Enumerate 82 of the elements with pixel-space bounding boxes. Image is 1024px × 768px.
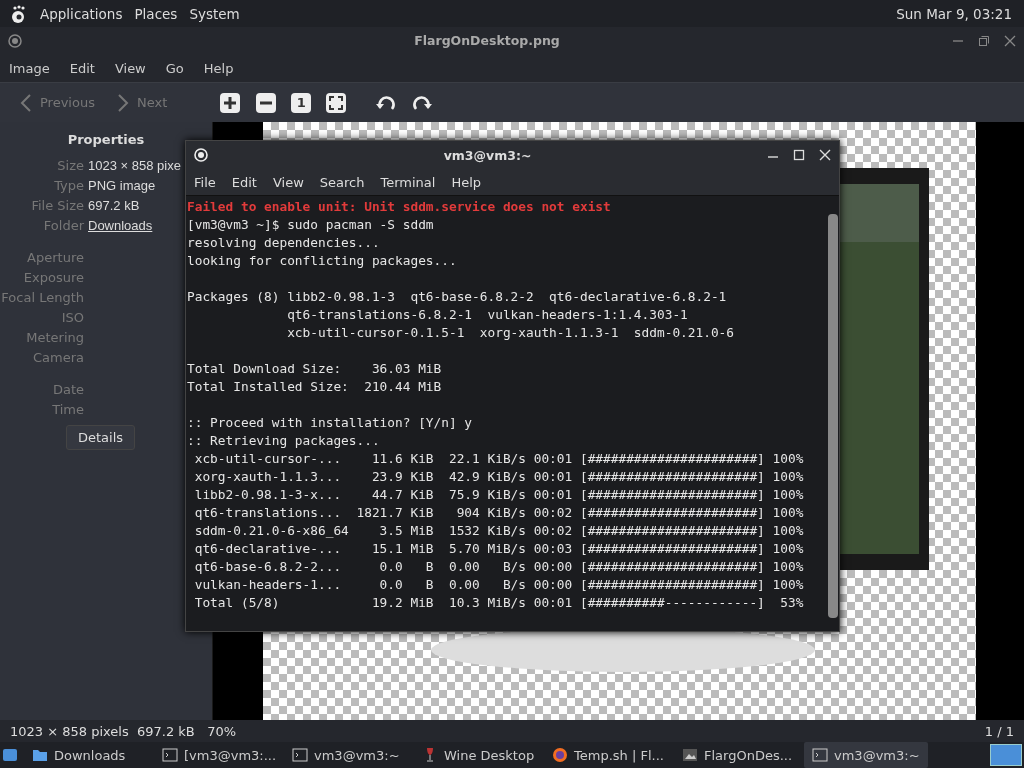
folder-icon: [32, 747, 48, 763]
taskbar-item[interactable]: Downloads: [24, 742, 148, 768]
menu-item[interactable]: Image: [9, 60, 50, 76]
property-label: Aperture: [26, 249, 84, 265]
terminal-line: sddm-0.21.0-6-x86_64 3.5 MiB 1532 KiB/s 00:02 [######################] 100%: [193, 522, 805, 540]
chevron-right-icon: [116, 92, 129, 113]
menu-item[interactable]: View: [272, 174, 304, 190]
terminal-line: libb2-0.98.1-3-x... 44.7 KiB 75.9 KiB/s 00:01 [######################] 100%: [193, 486, 805, 504]
error-line: Failed to enable unit: Unit sddm.service does not exist: [187, 198, 612, 216]
terminal-line: qt6-base-6.8.2-2... 0.0 B 0.00 B/s 00:00 [######################] 100%: [193, 558, 805, 576]
clock[interactable]: Sun Mar 9, 03:21: [896, 5, 1016, 22]
panel-menu[interactable]: Applications: [40, 5, 123, 22]
menu-item[interactable]: File: [194, 174, 216, 190]
folder-link[interactable]: Downloads: [88, 217, 153, 233]
fit-icon[interactable]: [325, 91, 348, 114]
restore-icon[interactable]: [978, 34, 990, 47]
menu-item[interactable]: Edit: [69, 60, 95, 76]
show-desktop-icon[interactable]: [2, 747, 18, 763]
property-label: Camera: [31, 349, 84, 365]
zoom-in-icon[interactable]: [219, 91, 242, 114]
menu-item[interactable]: Help: [203, 60, 234, 76]
menu-item[interactable]: Terminal: [380, 174, 436, 190]
taskbar-item[interactable]: [vm3@vm3:...: [154, 742, 278, 768]
terminal-line: xcb-util-cursor-... 11.6 KiB 22.1 KiB/s 00:01 [######################] 100%: [193, 450, 805, 468]
maximize-icon[interactable]: [793, 149, 805, 161]
terminal-line: :: Retrieving packages...: [187, 432, 381, 450]
panel-menu[interactable]: System: [189, 5, 240, 22]
terminal-icon: [162, 747, 178, 763]
browser-icon: [552, 747, 568, 763]
property-label: Exposure: [22, 269, 84, 285]
image-icon: [682, 747, 698, 763]
terminal-line: xorg-xauth-1.1.3... 23.9 KiB 42.9 KiB/s 00:01 [######################] 100%: [193, 468, 805, 486]
property-label: Focal Length: [0, 289, 84, 305]
chevron-left-icon: [20, 92, 32, 113]
taskbar-item[interactable]: FlargOnDes...: [674, 742, 798, 768]
panel-menu[interactable]: Places: [134, 5, 178, 22]
terminal-line: vulkan-headers-1... 0.0 B 0.00 B/s 00:00 [######################] 100%: [193, 576, 805, 594]
property-label: Date: [51, 381, 84, 397]
taskbar-item[interactable]: vm3@vm3:~: [804, 742, 928, 768]
close-icon[interactable]: [1004, 34, 1016, 47]
menu-item[interactable]: Go: [165, 60, 184, 76]
terminal-icon: [292, 747, 308, 763]
details-button[interactable]: Details: [66, 425, 136, 450]
property-label: File Size: [30, 197, 84, 213]
terminal-line: resolving dependencies...: [187, 234, 381, 252]
taskbar-item[interactable]: Temp.sh | Fl...: [544, 742, 668, 768]
property-label: ISO: [60, 309, 84, 325]
terminal-line: Packages (8) libb2-0.98.1-3 qt6-base-6.8.2-2 qt6-declarative-6.8.2-1: [187, 288, 728, 306]
terminal-line: qt6-declarative-... 15.1 MiB 5.70 MiB/s 00:03 [######################] 100%: [193, 540, 805, 558]
terminal-line: qt6-translations... 1821.7 KiB 904 KiB/s 00:02 [######################] 100%: [193, 504, 805, 522]
workspace-switcher[interactable]: [990, 744, 1022, 766]
property-label: Type: [53, 177, 84, 193]
zoom-out-icon[interactable]: [255, 91, 278, 114]
terminal-line: Total (5/8) 19.2 MiB 10.3 MiB/s 00:01 [##########------------] 53%: [193, 594, 805, 612]
window-title: FlargOnDesktop.png: [413, 33, 561, 48]
image-info: 1023 × 858 pixels 697.2 kB 70%: [10, 723, 237, 739]
property-value: PNG image: [88, 177, 156, 193]
scrollbar-thumb[interactable]: [828, 214, 838, 618]
normal-size-button[interactable]: 1: [291, 92, 312, 113]
terminal-line: Total Installed Size: 210.44 MiB: [187, 378, 443, 396]
terminal-line: [vm3@vm3 ~]$ sudo pacman -S sddm: [187, 216, 435, 234]
property-label: Time: [51, 401, 84, 417]
terminal-icon: [812, 747, 828, 763]
properties-heading: Properties: [66, 132, 146, 147]
property-value: 697.2 kB: [88, 197, 140, 213]
menu-item[interactable]: View: [114, 60, 146, 76]
property-label: Folder: [42, 217, 84, 233]
menu-item[interactable]: Edit: [231, 174, 257, 190]
property-label: Metering: [25, 329, 84, 345]
menu-item[interactable]: Help: [451, 174, 482, 190]
menu-item[interactable]: Search: [319, 174, 365, 190]
terminal-title: vm3@vm3:~: [442, 147, 533, 163]
taskbar-item[interactable]: vm3@vm3:~: [284, 742, 408, 768]
property-label: Size: [56, 157, 84, 173]
taskbar-item[interactable]: Wine Desktop: [414, 742, 538, 768]
image-position: 1 / 1: [984, 723, 1014, 739]
terminal-line: :: Proceed with installation? [Y/n] y: [187, 414, 474, 432]
terminal-line: qt6-translations-6.8.2-1 vulkan-headers-1:1.4.303-1: [286, 306, 689, 324]
terminal-line: Total Download Size: 36.03 MiB: [187, 360, 443, 378]
property-value: 1023 × 858 pixe: [88, 157, 181, 173]
terminal-line: looking for conflicting packages...: [187, 252, 458, 270]
terminal-line: xcb-util-cursor-0.1.5-1 xorg-xauth-1.1.3-1 sddm-0.21.0-6: [286, 324, 735, 342]
